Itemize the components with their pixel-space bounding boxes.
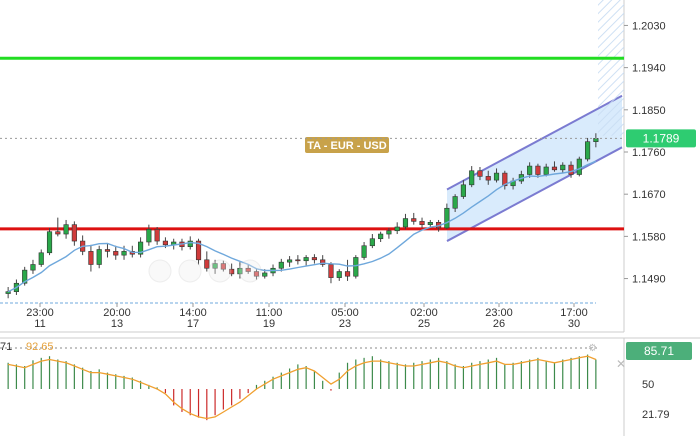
future-zone [598, 0, 624, 136]
oscillator-value-label: 92.65 [26, 341, 54, 353]
candle-body[interactable] [378, 233, 384, 240]
date-tick-label: 25 [418, 318, 430, 330]
zoom-in-icon[interactable] [238, 259, 262, 283]
candle-body[interactable] [262, 272, 268, 277]
candle-body[interactable] [444, 207, 450, 229]
oscillator-tick-50: 50 [642, 379, 654, 391]
price-tick-label: 1.1580 [632, 231, 666, 243]
close-icon[interactable]: ✕ [616, 357, 626, 371]
candle-body[interactable] [543, 166, 549, 175]
candle-body[interactable] [63, 224, 69, 235]
symbol-label: TA - EUR - USD [307, 140, 386, 152]
candle-body[interactable] [154, 229, 160, 242]
candle-body[interactable] [328, 264, 334, 278]
oscillator-current-label: 85.71 [644, 344, 674, 358]
candle-body[interactable] [55, 231, 61, 235]
date-tick-label: 23 [339, 318, 351, 330]
candle-body[interactable] [394, 226, 400, 232]
date-tick-label: 11 [34, 318, 45, 330]
candle-body[interactable] [303, 257, 309, 262]
candle-body[interactable] [427, 222, 433, 225]
candle-body[interactable] [493, 172, 500, 181]
candle-body[interactable] [5, 291, 11, 294]
oscillator-tick-low: 21.79 [642, 409, 670, 421]
price-tick-label: 1.1850 [632, 105, 666, 117]
candle-body[interactable] [402, 218, 409, 228]
current-price-label: 1.1789 [643, 131, 680, 145]
price-tick-label: 1.1490 [632, 274, 666, 286]
date-tick-label: 19 [263, 318, 275, 330]
candle-body[interactable] [527, 165, 533, 175]
candle-body[interactable] [535, 165, 541, 175]
candle-body[interactable] [576, 158, 582, 175]
candle-body[interactable] [344, 271, 351, 277]
zoom-out-icon[interactable] [178, 259, 202, 283]
price-chart[interactable]: 1.2030 1.1940 1.1850 1.1760 1.1670 1.1580 1.14… [0, 0, 700, 436]
candle-body[interactable] [411, 218, 417, 222]
candle-body[interactable] [336, 271, 342, 278]
candle-body[interactable] [452, 196, 458, 209]
candle-body[interactable] [386, 230, 392, 235]
candle-body[interactable] [311, 257, 317, 261]
candle-body[interactable] [295, 259, 301, 262]
settings-icon[interactable]: ⚙ [588, 343, 597, 354]
candle-body[interactable] [71, 224, 77, 242]
candle-body[interactable] [46, 231, 53, 254]
candle-body[interactable] [38, 252, 44, 265]
candle-body[interactable] [353, 257, 359, 277]
candle-body[interactable] [113, 251, 119, 256]
candle-body[interactable] [204, 259, 210, 269]
candle-body[interactable] [419, 221, 425, 225]
date-tick-label: 30 [568, 318, 580, 330]
candle-body[interactable] [469, 170, 475, 186]
candle-body[interactable] [30, 264, 36, 271]
price-tick-label: 1.1670 [632, 189, 666, 201]
zoom-reset-icon[interactable] [208, 259, 232, 283]
candle-body[interactable] [287, 259, 293, 263]
candle-body[interactable] [162, 240, 168, 246]
candle-body[interactable] [361, 245, 367, 258]
price-tick-label: 1.1940 [632, 63, 666, 75]
candle-body[interactable] [121, 251, 127, 256]
candle-body[interactable] [460, 184, 466, 197]
candle-body[interactable] [369, 238, 375, 247]
price-tick-label: 1.2030 [632, 20, 666, 32]
candle-body[interactable] [104, 249, 111, 252]
symbol-watermark: TA - EUR - USD [305, 137, 389, 153]
scroll-left-icon[interactable] [148, 259, 172, 283]
date-tick-label: 13 [111, 318, 123, 330]
candle-body[interactable] [585, 141, 591, 160]
candle-body[interactable] [485, 176, 491, 181]
candle-body[interactable] [551, 166, 558, 171]
candle-body[interactable] [146, 229, 152, 243]
candle-body[interactable] [278, 261, 284, 269]
candle-body[interactable] [96, 249, 102, 265]
oscillator-current-tag: 85.71 [626, 342, 692, 360]
candle-body[interactable] [560, 164, 566, 171]
date-tick-label: 26 [493, 318, 505, 330]
candle-body[interactable] [568, 164, 574, 175]
oscillator-period-label: 71 [0, 341, 12, 353]
price-tick-label: 1.1760 [632, 147, 666, 159]
candle-body[interactable] [88, 251, 94, 265]
oscillator-line [7, 355, 597, 420]
date-tick-label: 17 [187, 318, 199, 330]
candle-body[interactable] [477, 170, 483, 177]
